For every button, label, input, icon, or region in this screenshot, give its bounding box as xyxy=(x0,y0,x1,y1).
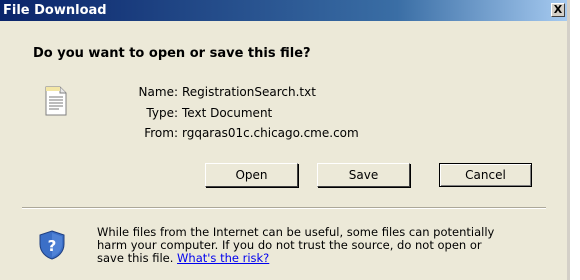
file-name-row: Name: RegistrationSearch.txt xyxy=(0,83,567,101)
title-bar[interactable]: File Download X xyxy=(0,0,567,21)
file-type-row: Type: Text Document xyxy=(0,104,567,122)
file-type-label: Type: xyxy=(146,106,178,120)
file-source-label: From: xyxy=(144,126,178,140)
warning-text-line2: harm your computer. If you do not trust … xyxy=(97,238,482,252)
security-warning: While files from the Internet can be use… xyxy=(97,226,557,265)
window-frame-edge xyxy=(567,0,570,280)
shield-question-icon: ? xyxy=(39,230,65,260)
cancel-button[interactable]: Cancel xyxy=(439,163,532,187)
close-button[interactable]: X xyxy=(551,3,565,17)
warning-text-line3: save this file. xyxy=(97,251,174,265)
file-source-row: From: rgqaras01c.chicago.cme.com xyxy=(0,124,567,142)
file-source-value: rgqaras01c.chicago.cme.com xyxy=(182,126,359,140)
file-type-value: Text Document xyxy=(182,106,273,120)
open-button[interactable]: Open xyxy=(205,163,298,187)
save-button[interactable]: Save xyxy=(317,163,410,187)
whats-the-risk-link[interactable]: What's the risk? xyxy=(177,251,269,265)
file-name-value: RegistrationSearch.txt xyxy=(182,85,316,99)
dialog-question: Do you want to open or save this file? xyxy=(33,46,311,61)
warning-text-line1: While files from the Internet can be use… xyxy=(97,225,495,239)
window-title: File Download xyxy=(3,3,107,18)
divider xyxy=(22,207,546,209)
svg-text:?: ? xyxy=(48,237,57,255)
file-download-dialog: File Download X Do you want to open or s… xyxy=(0,0,567,280)
file-name-label: Name: xyxy=(138,85,178,99)
